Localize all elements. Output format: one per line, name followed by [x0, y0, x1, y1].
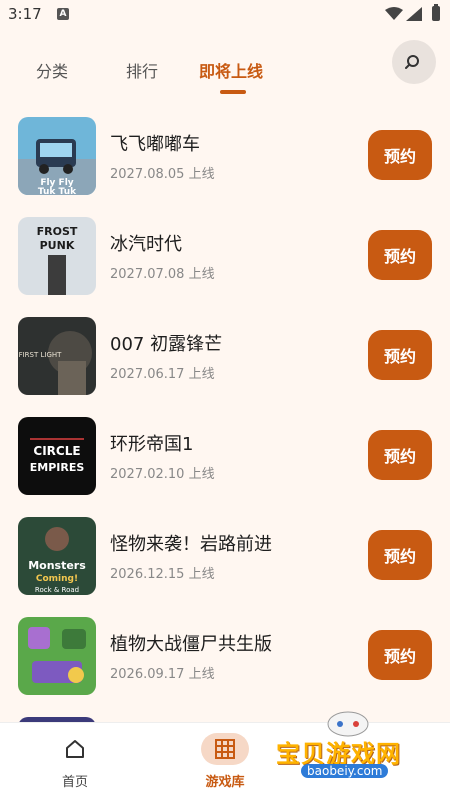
svg-text:FIRST LIGHT: FIRST LIGHT	[19, 351, 63, 359]
release-date: 2027.07.08 上线	[110, 267, 215, 282]
home-icon	[66, 740, 84, 758]
game-thumbnail: FIRST LIGHT	[18, 317, 96, 395]
svg-text:CIRCLE: CIRCLE	[33, 444, 80, 458]
nav-home[interactable]: 首页	[35, 733, 115, 790]
signal-icon	[406, 7, 422, 21]
upcoming-game-list: Fly Fly Tuk Tuk 飞飞嘟嘟车 2027.08.05 上线 预约 F…	[0, 110, 450, 722]
tab-indicator	[220, 90, 246, 94]
game-thumbnail: Monsters Coming! Rock & Road	[18, 517, 96, 595]
nav-game-library-label: 游戏库	[205, 775, 245, 790]
game-name: 植物大战僵尸共生版	[110, 634, 272, 655]
list-item[interactable]: FROST PUNK 冰汽时代 2027.07.08 上线 预约	[0, 210, 450, 310]
release-date: 2027.06.17 上线	[110, 367, 215, 382]
status-time: 3:17	[8, 5, 42, 23]
game-thumbnail: FROST PUNK	[18, 217, 96, 295]
game-name: 冰汽时代	[110, 234, 182, 255]
list-item[interactable]: Monsters Coming! Rock & Road 怪物来袭！岩路前进 2…	[0, 510, 450, 610]
game-name: 环形帝国1	[110, 434, 194, 455]
release-date: 2026.12.15 上线	[110, 567, 215, 582]
tab-upcoming[interactable]: 即将上线	[199, 58, 263, 82]
game-thumbnail: CIRCLE EMPIRES	[18, 417, 96, 495]
notification-app-icon: A	[57, 8, 69, 20]
site-watermark: 宝贝游戏网 baobeiy.com	[276, 700, 426, 790]
list-item[interactable]: 植物大战僵尸共生版 2026.09.17 上线 预约	[0, 610, 450, 710]
reserve-button[interactable]: 预约	[368, 230, 432, 280]
svg-text:EMPIRES: EMPIRES	[30, 461, 85, 474]
release-date: 2026.09.17 上线	[110, 667, 215, 682]
wifi-icon	[385, 7, 403, 20]
svg-text:Rock & Road: Rock & Road	[35, 586, 79, 594]
game-name: 007 初露锋芒	[110, 334, 223, 355]
reserve-button[interactable]: 预约	[368, 330, 432, 380]
list-item[interactable]: CIRCLE EMPIRES 环形帝国1 2027.02.10 上线 预约	[0, 410, 450, 510]
svg-text:Monsters: Monsters	[28, 559, 86, 572]
svg-text:Coming!: Coming!	[36, 574, 78, 584]
search-button[interactable]	[392, 40, 436, 84]
reserve-button[interactable]: 预约	[368, 130, 432, 180]
watermark-url: baobeiy.com	[301, 764, 389, 778]
battery-icon	[432, 4, 440, 21]
tab-ranking[interactable]: 排行	[126, 58, 158, 82]
game-thumbnail: Fly Fly Tuk Tuk	[18, 117, 96, 195]
game-name: 怪物来袭！岩路前进	[110, 534, 272, 555]
svg-text:PUNK: PUNK	[40, 239, 75, 252]
svg-text:FROST: FROST	[37, 225, 78, 238]
game-thumbnail	[18, 617, 96, 695]
game-name: 飞飞嘟嘟车	[110, 134, 200, 155]
reserve-button[interactable]: 预约	[368, 630, 432, 680]
search-icon	[405, 55, 419, 69]
reserve-button[interactable]: 预约	[368, 530, 432, 580]
release-date: 2027.08.05 上线	[110, 167, 215, 182]
reserve-button[interactable]: 预约	[368, 430, 432, 480]
status-bar: 3:17 A	[0, 0, 450, 30]
svg-text:Tuk Tuk: Tuk Tuk	[38, 187, 77, 195]
list-item[interactable]: Fly Fly Tuk Tuk 飞飞嘟嘟车 2027.08.05 上线 预约	[0, 110, 450, 210]
grid-icon	[215, 739, 235, 759]
nav-home-label: 首页	[61, 775, 88, 790]
list-item[interactable]: FIRST LIGHT 007 初露锋芒 2027.06.17 上线 预约	[0, 310, 450, 410]
tab-category[interactable]: 分类	[36, 58, 68, 82]
nav-game-library[interactable]: 游戏库	[185, 733, 265, 790]
release-date: 2027.02.10 上线	[110, 467, 215, 482]
